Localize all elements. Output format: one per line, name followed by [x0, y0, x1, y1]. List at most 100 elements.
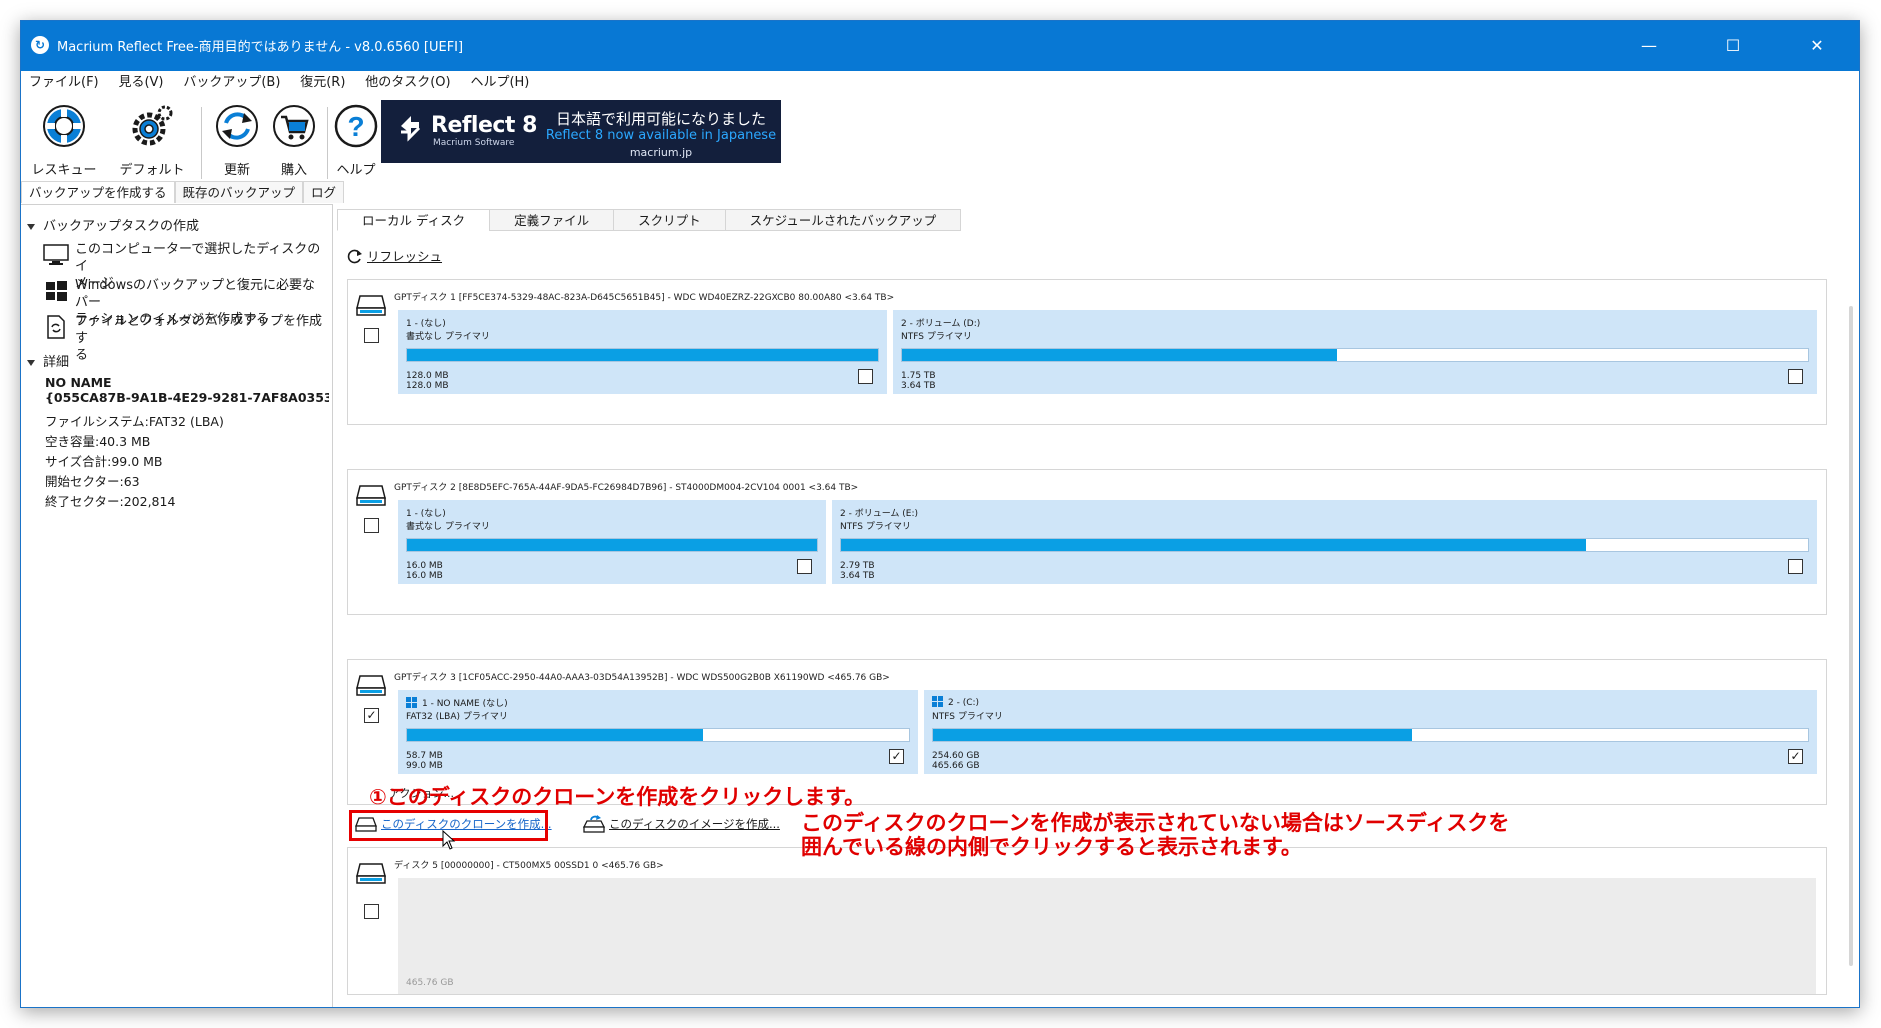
- disk-5-checkbox[interactable]: [364, 904, 379, 919]
- vertical-scrollbar[interactable]: [1849, 306, 1853, 966]
- tab-scripts[interactable]: スクリプト: [613, 209, 726, 231]
- partition-type: 書式なし プライマリ: [406, 522, 490, 532]
- image-disk-icon: [583, 815, 605, 833]
- partition-usage-fill: [933, 729, 1412, 741]
- windows-icon: [46, 281, 67, 301]
- partition-size: 128.0 MB: [406, 381, 449, 391]
- partition-checkbox[interactable]: [1788, 559, 1803, 574]
- disk-1-panel[interactable]: GPTディスク 1 [FF5CE374-5329-48AC-823A-D645C…: [347, 279, 1827, 425]
- app-window: ↻ Macrium Reflect Free-商用目的ではありません - v8.…: [20, 20, 1860, 1008]
- partition-size: 465.66 GB: [932, 761, 980, 771]
- partition-size: 3.64 TB: [840, 571, 875, 581]
- section-create-tasks[interactable]: バックアップタスクの作成: [27, 215, 199, 234]
- tab-local-disks[interactable]: ローカル ディスク: [337, 209, 491, 231]
- disk-1-partition-1[interactable]: 1 - (なし) 書式なし プライマリ 128.0 MB 128.0 MB: [398, 310, 887, 394]
- svg-text:?: ?: [347, 111, 364, 142]
- disk-5-header: ディスク 5 [00000000] - CT500MX5 00SSD1 0 <4…: [394, 861, 664, 871]
- right-tab-bar: ローカル ディスク 定義ファイル スクリプト スケジュールされたバックアップ: [337, 209, 962, 231]
- disk-1-checkbox[interactable]: [364, 328, 379, 343]
- disk-2-header: GPTディスク 2 [8E8D5EFC-765A-44AF-9DA5-FC269…: [394, 483, 859, 493]
- partition-usage-bar: [406, 348, 879, 362]
- disk-5-unallocated-area[interactable]: 465.76 GB: [398, 878, 1816, 994]
- menu-help[interactable]: ヘルプ(H): [462, 71, 537, 95]
- disk-5-panel[interactable]: ディスク 5 [00000000] - CT500MX5 00SSD1 0 <4…: [347, 847, 1827, 995]
- partition-checkbox[interactable]: [797, 559, 812, 574]
- banner-english-text: Reflect 8 now available in Japanese: [545, 128, 777, 143]
- task-backup-files-folders[interactable]: ファイルとフォルダのバックアップを作成する: [43, 313, 323, 363]
- partition-used: 254.60 GB: [932, 751, 980, 761]
- disk-2-panel[interactable]: GPTディスク 2 [8E8D5EFC-765A-44AF-9DA5-FC269…: [347, 469, 1827, 615]
- partition-usage-fill: [841, 539, 1586, 551]
- partition-usage-fill: [407, 539, 817, 551]
- partition-used: 58.7 MB: [406, 751, 443, 761]
- partition-type: NTFS プライマリ: [901, 332, 972, 342]
- partition-usage-fill: [407, 729, 704, 741]
- banner-url: macrium.jp: [629, 146, 693, 159]
- disk-2-partition-1[interactable]: 1 - (なし) 書式なし プライマリ 16.0 MB 16.0 MB: [398, 500, 826, 584]
- menu-file[interactable]: ファイル(F): [21, 71, 107, 95]
- disk-2-checkbox[interactable]: [364, 518, 379, 533]
- partition-usage-bar: [901, 348, 1809, 362]
- tab-definition-files[interactable]: 定義ファイル: [489, 209, 615, 231]
- default-label: デフォルト: [119, 163, 185, 178]
- task-image-windows-partitions[interactable]: Windowsのバックアップと復元に必要なパー ティションのイメージを作成する: [43, 277, 323, 327]
- gear-icon: [132, 105, 173, 146]
- partition-size: 3.64 TB: [901, 381, 936, 391]
- disk-1-header: GPTディスク 1 [FF5CE374-5329-48AC-823A-D645C…: [394, 293, 895, 303]
- minimize-button[interactable]: —: [1607, 21, 1691, 71]
- partition-used: 1.75 TB: [901, 371, 936, 381]
- disk-3-header: GPTディスク 3 [1CF05ACC-2950-44A0-AAA3-03D54…: [394, 673, 890, 683]
- partition-label: 2 - (C:): [932, 696, 979, 708]
- windows-icon: [932, 696, 943, 707]
- section-create-label: バックアップタスクの作成: [43, 219, 200, 234]
- disk-1-partition-2[interactable]: 2 - ボリューム (D:) NTFS プライマリ 1.75 TB 3.64 T…: [893, 310, 1817, 394]
- disk-3-partition-2[interactable]: 2 - (C:) NTFS プライマリ 254.60 GB 465.66 GB …: [924, 690, 1817, 774]
- menu-bar: ファイル(F) 見る(V) バックアップ(B) 復元(R) 他のタスク(O) ヘ…: [21, 71, 1859, 95]
- menu-backup[interactable]: バックアップ(B): [175, 71, 288, 95]
- partition-type: FAT32 (LBA) プライマリ: [406, 712, 508, 722]
- section-details[interactable]: 詳細: [27, 351, 69, 370]
- banner-subtitle: Macrium Software: [433, 138, 515, 148]
- refresh-link[interactable]: リフレッシュ: [347, 246, 442, 265]
- tab-log[interactable]: ログ: [303, 181, 345, 203]
- detail-free-space: 空き容量:40.3 MB: [45, 434, 151, 449]
- partition-size: 99.0 MB: [406, 761, 443, 771]
- update-icon: [216, 105, 258, 147]
- menu-restore[interactable]: 復元(R): [292, 71, 353, 95]
- left-tab-bar: バックアップを作成する 既存のバックアップ ログ: [21, 181, 381, 203]
- task-image-selected-disk[interactable]: このコンピューターで選択したディスクのイ メージ: [43, 241, 323, 291]
- partition-label: 2 - ボリューム (D:): [901, 319, 981, 329]
- partition-checkbox[interactable]: ✓: [1788, 749, 1803, 764]
- file-backup-icon: [47, 315, 65, 339]
- annotation-step-1: ①このディスクのクローンを作成をクリックします。: [369, 785, 866, 809]
- update-label: 更新: [223, 163, 250, 178]
- refresh-label: リフレッシュ: [367, 249, 443, 264]
- toolbar-separator: [327, 107, 328, 179]
- partition-checkbox[interactable]: [1788, 369, 1803, 384]
- collapse-triangle-icon: [27, 223, 35, 230]
- maximize-button[interactable]: ☐: [1691, 21, 1775, 71]
- disk-3-checkbox[interactable]: ✓: [364, 708, 379, 723]
- disk-3-partition-1[interactable]: 1 - NO NAME (なし) FAT32 (LBA) プライマリ 58.7 …: [398, 690, 918, 774]
- detail-name: NO NAME: [45, 375, 112, 390]
- banner-japanese-text: 日本語で利用可能になりました: [555, 110, 766, 128]
- partition-checkbox[interactable]: [858, 369, 873, 384]
- windows-icon: [406, 697, 417, 708]
- close-button[interactable]: ✕: [1775, 21, 1859, 71]
- window-title: Macrium Reflect Free-商用目的ではありません - v8.0.…: [57, 40, 464, 55]
- promo-banner[interactable]: Reflect 8 Macrium Software 日本語で利用可能になりまし…: [381, 100, 781, 163]
- partition-label: 1 - (なし): [406, 319, 446, 329]
- help-label: ヘルプ: [336, 163, 376, 178]
- image-disk-link[interactable]: このディスクのイメージを作成...: [583, 815, 780, 833]
- tab-create-backup[interactable]: バックアップを作成する: [21, 181, 175, 203]
- tab-existing-backups[interactable]: 既存のバックアップ: [174, 181, 304, 203]
- menu-view[interactable]: 見る(V): [110, 71, 171, 95]
- hard-disk-icon: [356, 863, 386, 884]
- disk-2-partition-2[interactable]: 2 - ボリューム (E:) NTFS プライマリ 2.79 TB 3.64 T…: [832, 500, 1817, 584]
- menu-other-tasks[interactable]: 他のタスク(O): [357, 71, 458, 95]
- rescue-label: レスキュー: [31, 163, 97, 178]
- tab-scheduled-backups[interactable]: スケジュールされたバックアップ: [724, 209, 962, 231]
- partition-usage-fill: [902, 349, 1337, 361]
- partition-usage-bar: [406, 538, 818, 552]
- partition-checkbox[interactable]: ✓: [889, 749, 904, 764]
